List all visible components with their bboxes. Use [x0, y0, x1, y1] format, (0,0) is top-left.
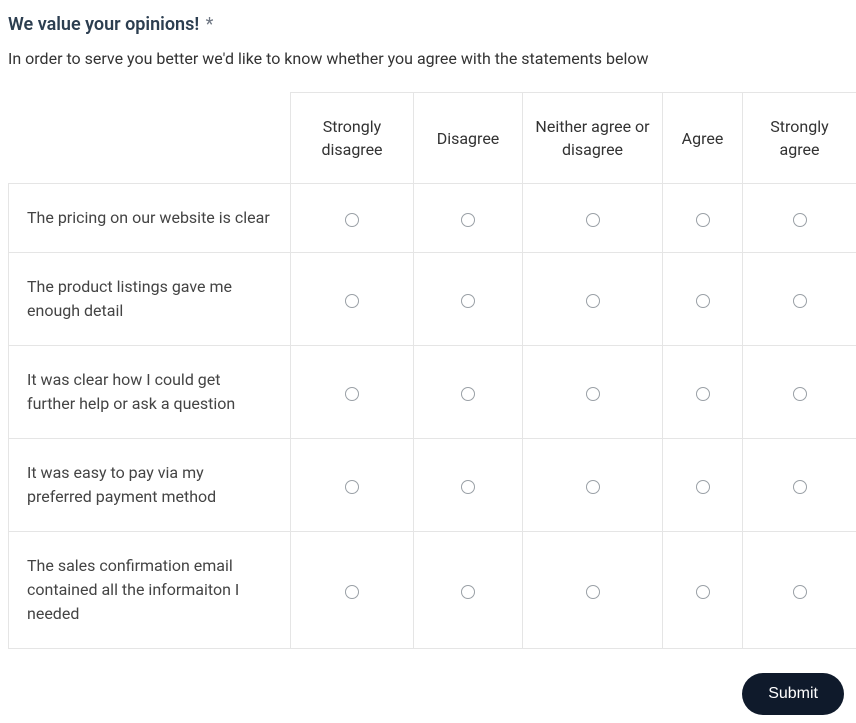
radio-r1-agree[interactable] [696, 213, 710, 227]
radio-r3-disagree[interactable] [461, 387, 475, 401]
scale-header-strongly-disagree: Strongly disagree [291, 93, 414, 184]
submit-wrap: Submit [8, 673, 848, 715]
table-row: It was clear how I could get further hel… [9, 346, 856, 439]
table-row: It was easy to pay via my preferred paym… [9, 439, 856, 532]
radio-r3-strongly-disagree[interactable] [345, 387, 359, 401]
radio-r4-neither[interactable] [586, 480, 600, 494]
scale-header-disagree: Disagree [414, 93, 523, 184]
table-row: The sales confirmation email contained a… [9, 532, 856, 649]
row-label: The product listings gave me enough deta… [9, 253, 291, 346]
radio-r3-agree[interactable] [696, 387, 710, 401]
radio-r4-disagree[interactable] [461, 480, 475, 494]
row-label: It was easy to pay via my preferred paym… [9, 439, 291, 532]
radio-r5-neither[interactable] [586, 585, 600, 599]
radio-r2-strongly-agree[interactable] [793, 294, 807, 308]
table-row: The pricing on our website is clear [9, 184, 856, 253]
likert-matrix: Strongly disagree Disagree Neither agree… [8, 92, 856, 649]
radio-r1-strongly-disagree[interactable] [345, 213, 359, 227]
question-title-text: We value your opinions! [8, 14, 199, 35]
radio-r5-strongly-agree[interactable] [793, 585, 807, 599]
scale-header-agree: Agree [663, 93, 743, 184]
radio-r1-disagree[interactable] [461, 213, 475, 227]
radio-r2-agree[interactable] [696, 294, 710, 308]
radio-r4-strongly-disagree[interactable] [345, 480, 359, 494]
scale-header-neither: Neither agree or disagree [523, 93, 663, 184]
radio-r1-strongly-agree[interactable] [793, 213, 807, 227]
radio-r5-agree[interactable] [696, 585, 710, 599]
radio-r1-neither[interactable] [586, 213, 600, 227]
radio-r5-strongly-disagree[interactable] [345, 585, 359, 599]
question-title: We value your opinions! * [8, 8, 848, 35]
radio-r5-disagree[interactable] [461, 585, 475, 599]
row-label: The sales confirmation email contained a… [9, 532, 291, 649]
matrix-corner [9, 93, 291, 184]
radio-r2-strongly-disagree[interactable] [345, 294, 359, 308]
radio-r2-disagree[interactable] [461, 294, 475, 308]
required-asterisk: * [206, 14, 214, 35]
radio-r4-strongly-agree[interactable] [793, 480, 807, 494]
table-row: The product listings gave me enough deta… [9, 253, 856, 346]
scale-header-strongly-agree: Strongly agree [743, 93, 856, 184]
radio-r3-neither[interactable] [586, 387, 600, 401]
radio-r2-neither[interactable] [586, 294, 600, 308]
radio-r4-agree[interactable] [696, 480, 710, 494]
submit-button[interactable]: Submit [742, 673, 844, 715]
row-label: The pricing on our website is clear [9, 184, 291, 253]
radio-r3-strongly-agree[interactable] [793, 387, 807, 401]
question-description: In order to serve you better we'd like t… [8, 49, 848, 68]
row-label: It was clear how I could get further hel… [9, 346, 291, 439]
